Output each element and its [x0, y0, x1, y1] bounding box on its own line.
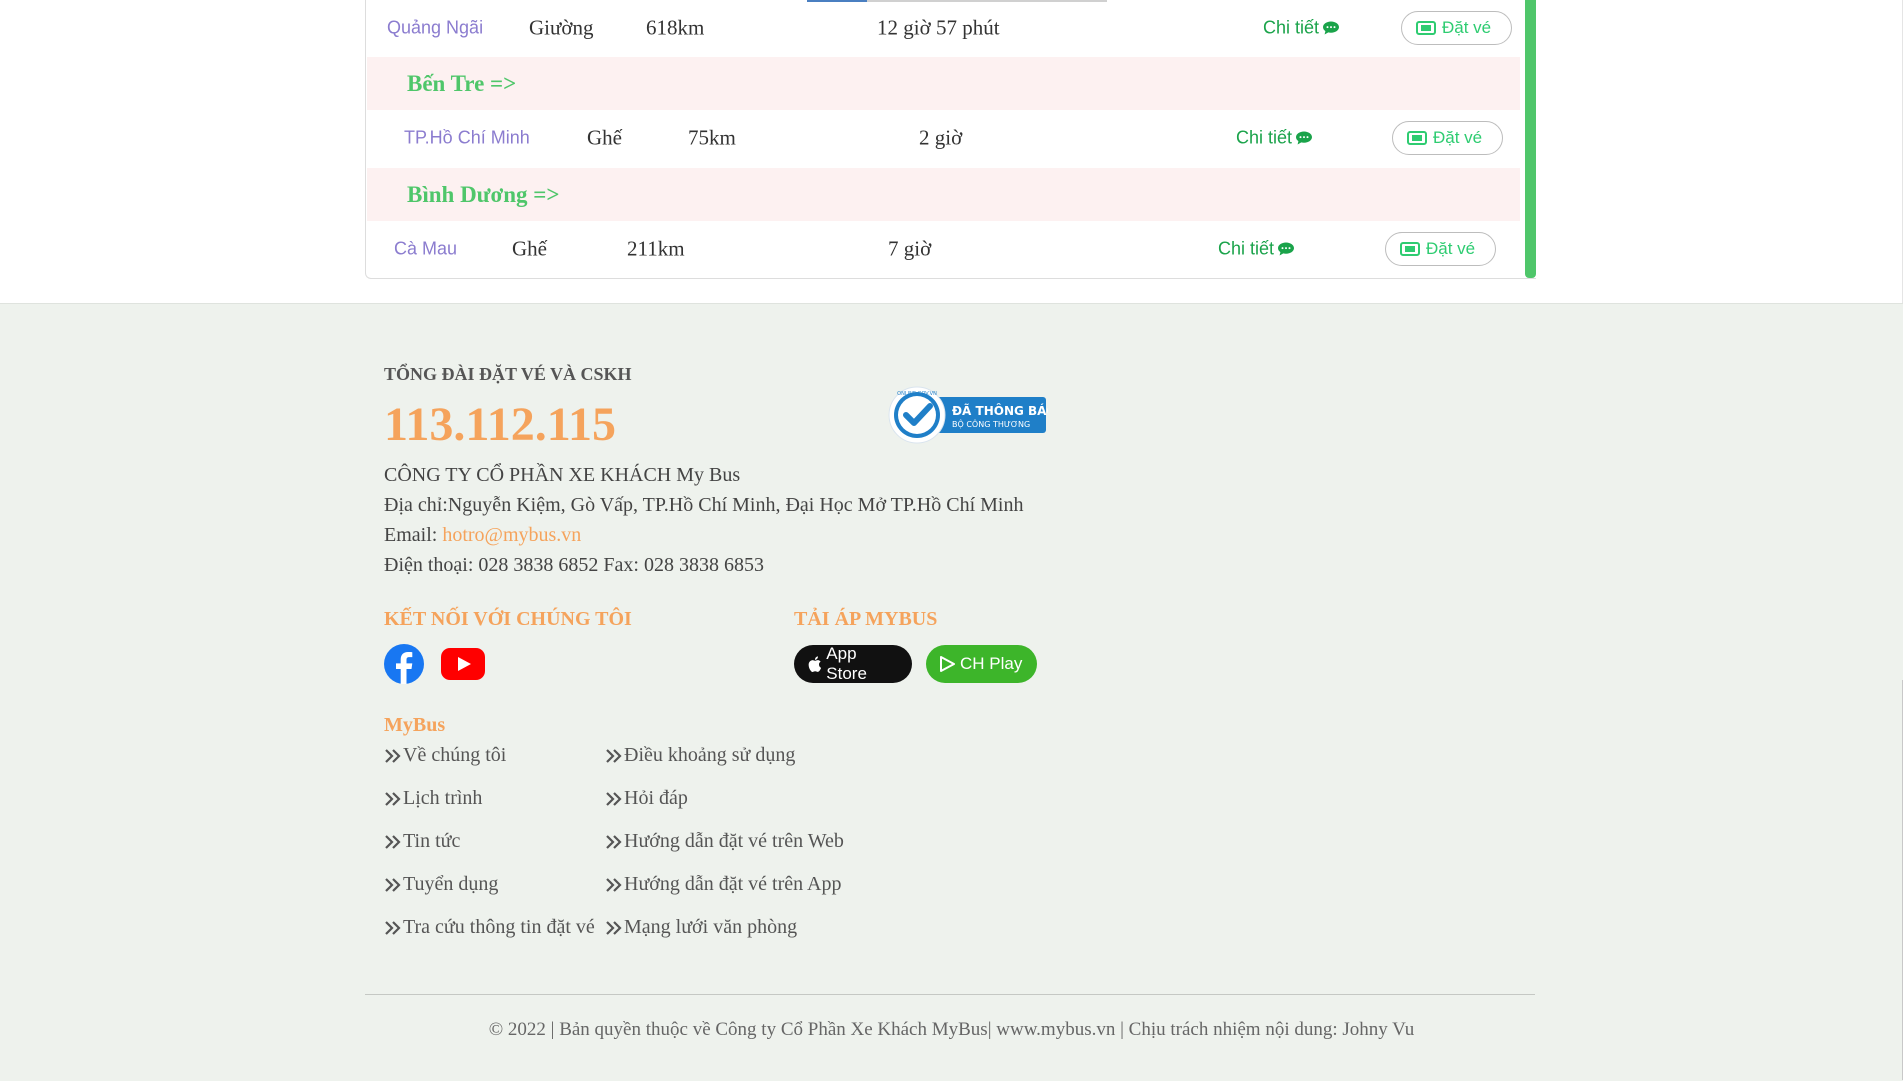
ticket-icon: [1407, 130, 1427, 145]
book-ticket-button[interactable]: Đặt vé: [1385, 231, 1497, 266]
footer-link-label: Điều khoảng sử dụng: [624, 744, 796, 766]
route-distance: 75km: [688, 125, 736, 149]
email-link[interactable]: hotro@mybus.vn: [442, 524, 581, 546]
route-duration: 7 giờ: [888, 236, 932, 260]
ticket-icon: [1416, 20, 1436, 35]
mybus-section-title: MyBus: [384, 714, 446, 736]
chat-icon: [1296, 131, 1313, 144]
hotline-number[interactable]: 113.112.115: [384, 397, 616, 452]
double-chevron-icon: [385, 791, 401, 806]
route-duration: 12 giờ 57 phút: [877, 15, 1000, 39]
book-ticket-button[interactable]: Đặt vé: [1392, 120, 1504, 155]
connect-title: KẾT NỐI VỚI CHÚNG TÔI: [384, 608, 632, 630]
route-group-title: Bình Dương =>: [407, 181, 560, 207]
footer-link-label: Hướng dẫn đặt vé trên Web: [624, 830, 844, 852]
footer-link[interactable]: Hướng dẫn đặt vé trên App: [605, 873, 841, 896]
footer-link-label: Hỏi đáp: [624, 787, 688, 809]
footer-divider: [365, 994, 1535, 995]
company-address: Địa chỉ:Nguyễn Kiệm, Gò Vấp, TP.Hồ Chí M…: [384, 494, 1024, 516]
route-detail-link[interactable]: Chi tiết: [1263, 17, 1340, 38]
route-row: Quảng Ngãi Giường 618km 12 giờ 57 phút C…: [367, 0, 1520, 55]
book-ticket-button[interactable]: Đặt vé: [1401, 10, 1513, 45]
footer-link-label: Về chúng tôi: [403, 744, 507, 766]
ch-play-button[interactable]: CH Play: [926, 645, 1037, 683]
footer-link-label: Mạng lưới văn phòng: [624, 916, 798, 938]
company-phone: Điện thoại: 028 3838 6852 Fax: 028 3838 …: [384, 554, 764, 576]
site-footer: TỔNG ĐÀI ĐẶT VÉ VÀ CSKH 113.112.115 CÔNG…: [0, 303, 1903, 1081]
route-detail-link[interactable]: Chi tiết: [1236, 127, 1313, 148]
detail-label: Chi tiết: [1236, 127, 1293, 147]
route-group-header: Bình Dương =>: [367, 168, 1520, 221]
ch-play-label: CH Play: [960, 654, 1023, 673]
double-chevron-icon: [385, 748, 401, 763]
route-destination: Quảng Ngãi: [387, 17, 484, 37]
route-distance: 211km: [627, 236, 685, 260]
footer-link[interactable]: Tuyển dụng: [384, 873, 498, 896]
detail-label: Chi tiết: [1263, 17, 1320, 37]
copyright-text: © 2022 | Bản quyền thuộc về Công ty Cổ P…: [488, 1019, 1415, 1040]
route-row: TP.Hồ Chí Minh Ghế 75km 2 giờ Chi tiết Đ…: [367, 110, 1520, 165]
double-chevron-icon: [606, 834, 622, 849]
route-seat-type: Ghế: [587, 125, 622, 149]
badge-line2: BỘ CÔNG THƯƠNG: [952, 418, 1030, 429]
scroll-accent-bar: [1525, 0, 1536, 278]
book-label: Đặt vé: [1442, 17, 1492, 37]
footer-link[interactable]: Lịch trình: [384, 787, 482, 810]
badge-seal-text: ONLINE.GOV.VN: [897, 391, 937, 397]
route-duration: 2 giờ: [919, 125, 963, 149]
double-chevron-icon: [606, 748, 622, 763]
footer-link[interactable]: Hỏi đáp: [605, 787, 688, 810]
footer-link-label: Tra cứu thông tin đặt vé: [403, 916, 595, 938]
route-detail-link[interactable]: Chi tiết: [1218, 238, 1295, 259]
footer-link-label: Tin tức: [403, 830, 461, 852]
facebook-icon[interactable]: [384, 644, 424, 684]
footer-link-label: Hướng dẫn đặt vé trên App: [624, 873, 842, 895]
badge-line1: ĐÃ THÔNG BÁO: [952, 403, 1048, 418]
company-name: CÔNG TY CỔ PHẦN XE KHÁCH My Bus: [384, 464, 741, 486]
hotline-label: TỔNG ĐÀI ĐẶT VÉ VÀ CSKH: [384, 364, 632, 384]
footer-link[interactable]: Mạng lưới văn phòng: [605, 916, 797, 939]
double-chevron-icon: [606, 791, 622, 806]
footer-link-label: Tuyển dụng: [403, 873, 499, 895]
route-row: Cà Mau Ghế 211km 7 giờ Chi tiết Đặt vé: [367, 221, 1520, 276]
youtube-icon[interactable]: [441, 648, 485, 680]
route-group-title: Bến Tre =>: [407, 70, 517, 96]
book-label: Đặt vé: [1426, 238, 1476, 258]
footer-link[interactable]: Về chúng tôi: [384, 744, 506, 767]
email-label: Email:: [384, 524, 443, 546]
footer-link-label: Lịch trình: [403, 787, 483, 809]
chat-icon: [1278, 242, 1295, 255]
company-email: Email: hotro@mybus.vn: [384, 524, 581, 547]
double-chevron-icon: [606, 920, 622, 935]
app-title: TẢI ÁP MYBUS: [794, 608, 938, 630]
book-label: Đặt vé: [1433, 127, 1483, 147]
double-chevron-icon: [385, 920, 401, 935]
route-destination: TP.Hồ Chí Minh: [404, 127, 530, 147]
route-table: Quảng Ngãi Giường 618km 12 giờ 57 phút C…: [365, 0, 1536, 279]
footer-link[interactable]: Hướng dẫn đặt vé trên Web: [605, 830, 844, 853]
app-store-label: App Store: [826, 644, 867, 683]
footer-link[interactable]: Điều khoảng sử dụng: [605, 744, 795, 767]
route-distance: 618km: [646, 15, 705, 39]
double-chevron-icon: [385, 834, 401, 849]
verified-badge-icon[interactable]: ONLINE.GOV.VN ĐÃ THÔNG BÁO BỘ CÔNG THƯƠN…: [888, 386, 1048, 444]
detail-label: Chi tiết: [1218, 238, 1275, 258]
apple-icon: [808, 656, 822, 672]
app-store-button[interactable]: App Store: [794, 644, 912, 683]
footer-link[interactable]: Tra cứu thông tin đặt vé: [384, 916, 595, 939]
double-chevron-icon: [606, 877, 622, 892]
route-seat-type: Giường: [529, 15, 594, 39]
route-group-header: Bến Tre =>: [367, 57, 1520, 110]
play-icon: [940, 656, 955, 672]
route-seat-type: Ghế: [512, 236, 547, 260]
ticket-icon: [1400, 241, 1420, 256]
footer-link[interactable]: Tin tức: [384, 830, 460, 853]
chat-icon: [1323, 21, 1340, 34]
route-destination: Cà Mau: [394, 238, 458, 258]
double-chevron-icon: [385, 877, 401, 892]
